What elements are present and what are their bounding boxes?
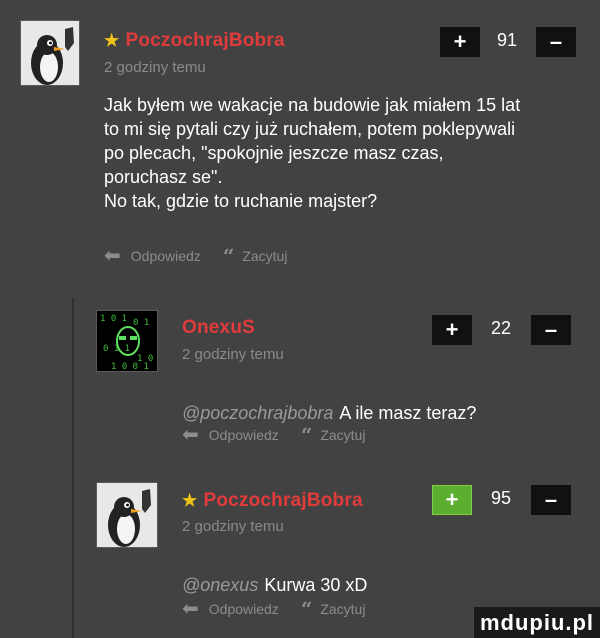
upvote-button[interactable]: + bbox=[432, 315, 472, 345]
quote-button[interactable]: “ Zacytuj bbox=[301, 597, 366, 621]
comment-timestamp[interactable]: 2 godziny temu bbox=[182, 518, 284, 535]
comment-timestamp[interactable]: 2 godziny temu bbox=[104, 59, 206, 76]
star-icon: ★ bbox=[104, 31, 120, 50]
quote-icon: “ bbox=[300, 422, 313, 447]
penguin-avatar-icon bbox=[97, 483, 157, 547]
quote-button[interactable]: “ Zacytuj bbox=[301, 423, 366, 447]
reply-arrow-icon: ⬅ bbox=[104, 245, 121, 267]
vote-count: 95 bbox=[491, 488, 512, 508]
comment-actions: ⬅ Odpowiedz “ Zacytuj bbox=[182, 596, 365, 621]
reply-arrow-icon: ⬅ bbox=[182, 598, 199, 620]
quote-icon: “ bbox=[222, 243, 235, 268]
reply-button[interactable]: ⬅ Odpowiedz bbox=[104, 243, 201, 268]
svg-text:1 0 1: 1 0 1 bbox=[100, 314, 127, 324]
star-icon: ★ bbox=[182, 491, 198, 510]
quote-button[interactable]: “ Zacytuj bbox=[223, 244, 288, 268]
thread-line bbox=[72, 298, 74, 638]
comment-text: @poczochrajbobra A ile masz teraz? bbox=[182, 403, 477, 423]
mention-link[interactable]: @onexus bbox=[182, 575, 258, 595]
comment-author[interactable]: ★ PoczochrajBobra bbox=[182, 490, 363, 512]
svg-text:0 1: 0 1 bbox=[133, 318, 149, 328]
downvote-button[interactable]: – bbox=[531, 485, 571, 515]
comment-text: Jak byłem we wakacje na budowie jak miał… bbox=[104, 95, 521, 211]
avatar[interactable] bbox=[20, 20, 80, 86]
reply-button[interactable]: ⬅ Odpowiedz bbox=[182, 596, 279, 621]
vote-count: 91 bbox=[497, 30, 518, 50]
comment-author[interactable]: OnexuS bbox=[182, 317, 255, 339]
comment-actions: ⬅ Odpowiedz “ Zacytuj bbox=[182, 422, 365, 447]
reply-arrow-icon: ⬅ bbox=[182, 424, 199, 446]
quote-icon: “ bbox=[300, 596, 313, 621]
site-watermark: mdupiu.pl bbox=[474, 607, 600, 638]
upvote-button-active[interactable]: + bbox=[432, 485, 472, 515]
avatar[interactable]: 1 0 10 1 0 1 11 0 1 0 0 1 bbox=[96, 310, 158, 372]
comment-text: @onexus Kurwa 30 xD bbox=[182, 575, 368, 595]
penguin-avatar-icon bbox=[21, 21, 79, 85]
upvote-button[interactable]: + bbox=[440, 27, 480, 57]
matrix-avatar-icon: 1 0 10 1 0 1 11 0 1 0 0 1 bbox=[97, 311, 157, 372]
comment-author[interactable]: ★ PoczochrajBobra bbox=[104, 30, 285, 52]
svg-text:1 0 0 1: 1 0 0 1 bbox=[111, 362, 149, 372]
comment-actions: ⬅ Odpowiedz “ Zacytuj bbox=[104, 243, 287, 268]
downvote-button[interactable]: – bbox=[531, 315, 571, 345]
comment-timestamp[interactable]: 2 godziny temu bbox=[182, 346, 284, 363]
mention-link[interactable]: @poczochrajbobra bbox=[182, 403, 333, 423]
avatar[interactable] bbox=[96, 482, 158, 548]
vote-count: 22 bbox=[491, 318, 512, 338]
reply-button[interactable]: ⬅ Odpowiedz bbox=[182, 422, 279, 447]
downvote-button[interactable]: – bbox=[536, 27, 576, 57]
